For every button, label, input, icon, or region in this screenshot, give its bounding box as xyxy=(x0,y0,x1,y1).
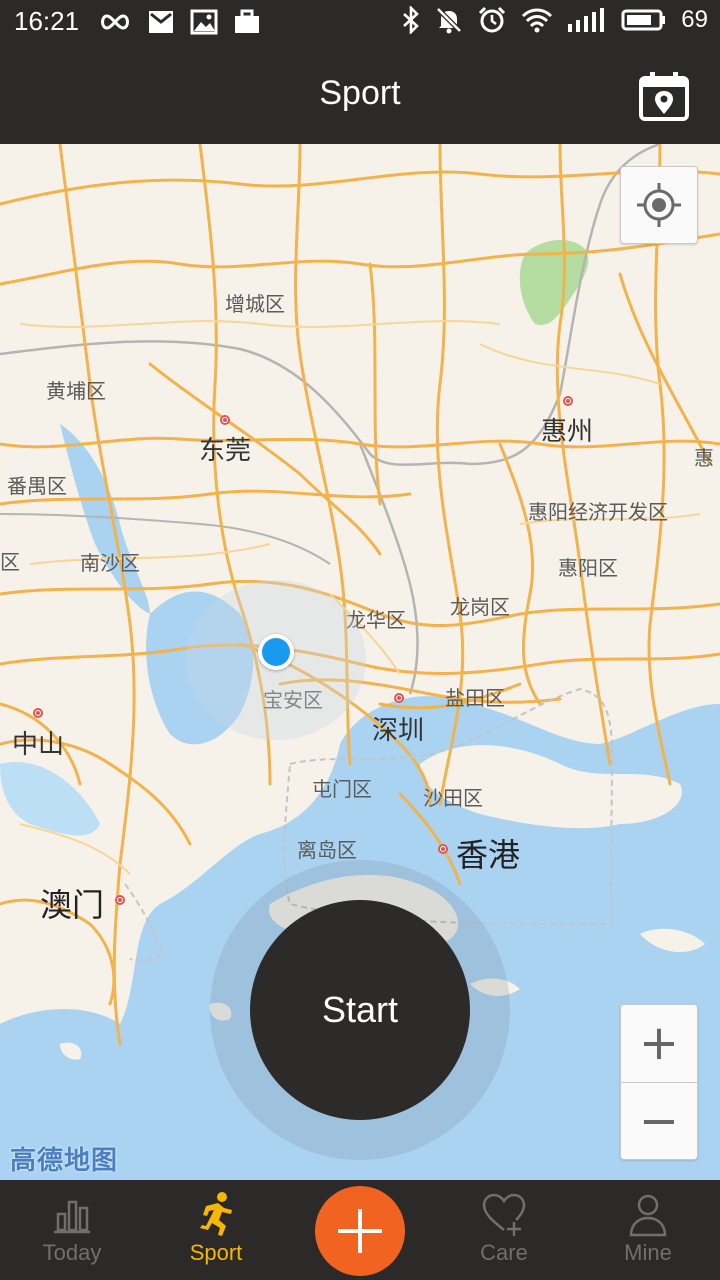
map-label-islands: 离岛区 xyxy=(297,838,357,862)
zoom-in-button[interactable]: + xyxy=(621,1005,697,1081)
battery-icon xyxy=(621,9,666,31)
alarm-icon xyxy=(479,6,506,33)
map-label-panyu: 番禺区 xyxy=(7,474,67,498)
battery-percent: 69 xyxy=(681,6,708,33)
crosshair-icon xyxy=(637,183,681,227)
map-label-huangpu: 黄埔区 xyxy=(46,379,106,403)
map-label-edge-hui: 惠 xyxy=(694,446,714,470)
nav-mine[interactable]: Mine xyxy=(576,1180,720,1280)
nav-today-label: Today xyxy=(42,1240,102,1265)
map-label-tuenmun: 屯门区 xyxy=(312,777,372,801)
person-icon xyxy=(629,1194,667,1237)
bluetooth-icon xyxy=(403,6,420,34)
signal-icon xyxy=(568,8,605,32)
zoom-controls: + − xyxy=(620,1004,698,1160)
current-location-marker xyxy=(258,634,294,670)
mail-icon xyxy=(149,11,173,33)
city-marker xyxy=(33,708,43,718)
runner-icon xyxy=(200,1192,232,1236)
map-label-macau: 澳门 xyxy=(40,886,105,924)
map-label-huiyang-dev: 惠阳经济开发区 xyxy=(528,500,668,524)
wifi-icon xyxy=(522,8,553,33)
map-label-yantian: 盐田区 xyxy=(445,686,505,710)
map-label-zhongshan: 中山 xyxy=(12,730,65,760)
infinity-icon xyxy=(101,14,129,30)
map-label-zengcheng: 增城区 xyxy=(225,292,285,316)
map-label-shenzhen: 深圳 xyxy=(372,716,425,746)
nav-care-label: Care xyxy=(480,1240,528,1265)
bottom-nav: Today Sport Care Mine xyxy=(0,1180,720,1280)
city-marker xyxy=(394,693,404,703)
map-label-huizhou: 惠州 xyxy=(541,417,594,447)
map-label-longgang: 龙岗区 xyxy=(450,595,510,619)
bar-chart-icon xyxy=(54,1200,90,1234)
map-label-hongkong: 香港 xyxy=(456,836,521,874)
status-right: 69 xyxy=(401,6,708,34)
zoom-out-button[interactable]: − xyxy=(621,1082,697,1159)
map-label-shatin: 沙田区 xyxy=(423,786,483,810)
nav-mine-label: Mine xyxy=(624,1240,672,1265)
add-button[interactable] xyxy=(315,1186,405,1276)
start-button[interactable]: Start xyxy=(250,900,470,1120)
calendar-location-button[interactable] xyxy=(638,70,690,122)
heart-plus-icon xyxy=(482,1193,526,1236)
map-label-dongguan: 东莞 xyxy=(199,436,252,466)
briefcase-icon xyxy=(235,9,259,33)
locate-me-button[interactable] xyxy=(620,166,698,244)
nav-care[interactable]: Care xyxy=(432,1180,576,1280)
map-label-edge-qu: 区 xyxy=(0,550,20,574)
start-label: Start xyxy=(321,989,399,1030)
city-marker xyxy=(220,415,230,425)
status-time: 16:21 xyxy=(14,6,80,36)
city-marker xyxy=(115,895,125,905)
plus-icon xyxy=(338,1209,382,1253)
image-icon xyxy=(190,9,218,35)
nav-sport[interactable]: Sport xyxy=(144,1180,288,1280)
map-provider-logo: 高德地图 xyxy=(10,1146,119,1176)
calendar-location-icon xyxy=(639,72,689,121)
status-bar: 16:21 69 xyxy=(0,0,720,46)
city-marker xyxy=(438,844,448,854)
map-label-nansha: 南沙区 xyxy=(80,551,140,575)
nav-today[interactable]: Today xyxy=(0,1180,144,1280)
nav-sport-label: Sport xyxy=(189,1240,243,1265)
mute-icon xyxy=(436,7,463,34)
map-label-huiyang: 惠阳区 xyxy=(558,556,618,580)
map-view[interactable]: 增城区 黄埔区 东莞 惠州 番禺区 惠阳经济开发区 南沙区 惠阳区 龙华区 龙岗… xyxy=(0,144,720,1180)
city-marker xyxy=(563,396,573,406)
app-header: Sport xyxy=(0,46,720,144)
page-title: Sport xyxy=(319,74,401,112)
notification-icons xyxy=(98,8,260,36)
